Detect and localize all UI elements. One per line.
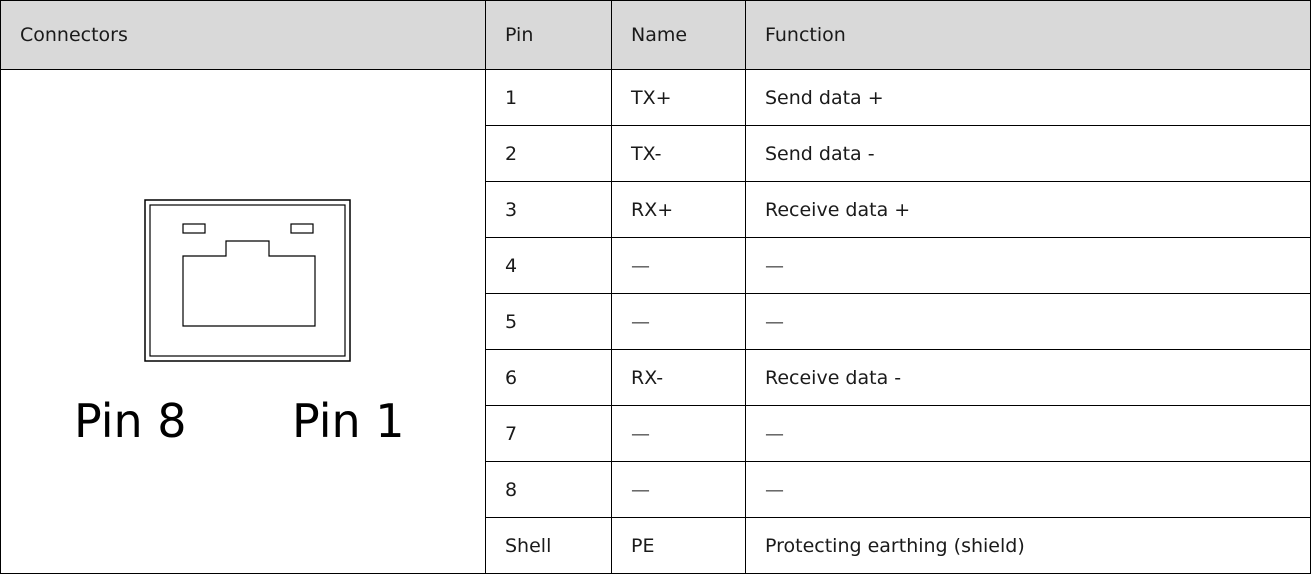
pin-cell: 2 — [485, 125, 612, 182]
pin-definition-table: Connectors Pin Name Function Pin 8 Pin 1… — [0, 0, 1311, 574]
function-cell: Receive data + — [745, 181, 1311, 238]
header-pin: Pin — [485, 0, 612, 70]
pin-1-label: Pin 1 — [292, 394, 405, 448]
pin-cell: Shell — [485, 517, 612, 574]
header-connectors: Connectors — [0, 0, 486, 70]
pin-cell: 4 — [485, 237, 612, 294]
connector-outer-frame — [144, 199, 351, 362]
pin-cell: 5 — [485, 293, 612, 350]
name-cell: RX- — [611, 349, 746, 406]
connector-illustration: Pin 8 Pin 1 — [2, 73, 485, 570]
pin-cell: 8 — [485, 461, 612, 518]
connector-cell: Pin 8 Pin 1 — [0, 69, 486, 574]
table-header-row: Connectors Pin Name Function — [0, 0, 1311, 70]
connector-pin-labels: Pin 8 Pin 1 — [2, 391, 485, 451]
pin-cell: 7 — [485, 405, 612, 462]
name-cell: — — [611, 461, 746, 518]
function-cell: Protecting earthing (shield) — [745, 517, 1311, 574]
pin-cell: 3 — [485, 181, 612, 238]
function-cell: Receive data - — [745, 349, 1311, 406]
name-cell: — — [611, 405, 746, 462]
table-row: Pin 8 Pin 1 1 TX+ Send data + — [0, 69, 1311, 574]
name-cell: PE — [611, 517, 746, 574]
pin-cell: 1 — [485, 69, 612, 126]
function-cell: — — [745, 405, 1311, 462]
function-cell: Send data + — [745, 69, 1311, 126]
function-cell: Send data - — [745, 125, 1311, 182]
header-name: Name — [611, 0, 746, 70]
name-cell: — — [611, 237, 746, 294]
rj45-connector-icon — [144, 199, 351, 362]
function-cell: — — [745, 293, 1311, 350]
name-cell: RX+ — [611, 181, 746, 238]
header-function: Function — [745, 0, 1311, 70]
pin-8-label: Pin 8 — [74, 394, 187, 448]
pin-cell: 6 — [485, 349, 612, 406]
name-cell: TX+ — [611, 69, 746, 126]
name-cell: — — [611, 293, 746, 350]
name-cell: TX- — [611, 125, 746, 182]
function-cell: — — [745, 461, 1311, 518]
function-cell: — — [745, 237, 1311, 294]
